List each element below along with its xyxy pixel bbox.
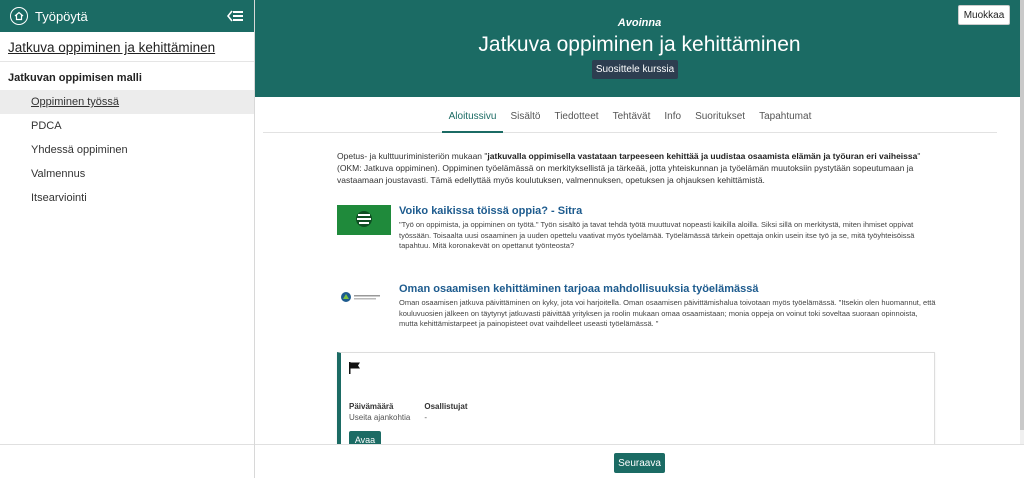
sidebar-item-pdca[interactable]: PDCA — [0, 114, 254, 138]
scrollbar[interactable] — [1020, 0, 1024, 444]
sidebar: Työpöytä Jatkuva oppiminen ja kehittämin… — [0, 0, 255, 478]
sidebar-header: Työpöytä — [0, 0, 254, 32]
date-value: Useita ajankohtia — [349, 413, 411, 422]
dashboard-title[interactable]: Työpöytä — [35, 9, 226, 24]
sidebar-items: Oppiminen työssä PDCA Yhdessä oppiminen … — [0, 90, 254, 210]
home-icon[interactable] — [10, 7, 28, 25]
course-tabs: Aloitussivu Sisältö Tiedotteet Tehtävät … — [263, 107, 997, 133]
tab-sisalto[interactable]: Sisältö — [503, 107, 547, 133]
intro-section: Opetus- ja kulttuuriministeriön mukaan "… — [337, 150, 935, 186]
sidebar-item-itsearviointi[interactable]: Itsearviointi — [0, 186, 254, 210]
intro-prefix: Opetus- ja kulttuuriministeriön mukaan " — [337, 151, 488, 161]
sidebar-item-oppiminen-tyossa[interactable]: Oppiminen työssä — [0, 90, 254, 114]
logo-thumbnail[interactable] — [337, 283, 391, 313]
course-status: Avoinna — [617, 17, 662, 29]
tab-aloitussivu[interactable]: Aloitussivu — [441, 107, 504, 133]
next-button[interactable]: Seuraava — [614, 453, 665, 473]
event-card: Päivämäärä Useita ajankohtia Osallistuja… — [337, 352, 935, 448]
tab-info[interactable]: Info — [657, 107, 688, 133]
sidebar-item-yhdessa-oppiminen[interactable]: Yhdessä oppiminen — [0, 138, 254, 162]
event-meta: Päivämäärä Useita ajankohtia Osallistuja… — [349, 402, 468, 422]
link-title-osaaminen[interactable]: Oman osaamisen kehittäminen tarjoaa mahd… — [399, 283, 937, 295]
participants-label: Osallistujat — [424, 402, 468, 411]
sidebar-footer — [0, 444, 254, 478]
edit-button[interactable]: Muokkaa — [958, 5, 1010, 25]
main-content: Avoinna Jatkuva oppiminen ja kehittämine… — [255, 0, 1024, 478]
flag-icon — [348, 361, 362, 375]
event-date: Päivämäärä Useita ajankohtia — [349, 402, 410, 422]
bottom-navigation: Seuraava — [255, 444, 1024, 478]
tab-tehtavat[interactable]: Tehtävät — [606, 107, 658, 133]
tab-tapahtumat[interactable]: Tapahtumat — [752, 107, 818, 133]
intro-text: Opetus- ja kulttuuriministeriön mukaan "… — [337, 150, 935, 186]
link-desc-osaaminen: Oman osaamisen jatkuva päivittäminen on … — [399, 298, 936, 328]
event-participants: Osallistujat - — [424, 402, 467, 422]
collapse-menu-icon[interactable] — [226, 9, 244, 23]
participants-value: - — [424, 413, 428, 422]
intro-bold: jatkuvalla oppimisella vastataan tarpees… — [487, 151, 918, 161]
sidebar-item-valmennus[interactable]: Valmennus — [0, 162, 254, 186]
link-title-sitra[interactable]: Voiko kaikissa töissä oppia? - Sitra — [399, 205, 937, 217]
link-desc-sitra: "Työ on oppimista, ja oppiminen on työtä… — [399, 220, 915, 250]
tab-tiedotteet[interactable]: Tiedotteet — [547, 107, 605, 133]
date-label: Päivämäärä — [349, 402, 394, 411]
sidebar-section-title: Jatkuvan oppimisen malli — [8, 72, 142, 84]
scrollbar-thumb[interactable] — [1020, 0, 1024, 430]
sidebar-course-link[interactable]: Jatkuva oppiminen ja kehittäminen — [0, 32, 254, 62]
link-card-osaaminen: Oman osaamisen kehittäminen tarjoaa mahd… — [337, 283, 937, 330]
tab-suoritukset[interactable]: Suoritukset — [688, 107, 752, 133]
course-title: Jatkuva oppiminen ja kehittäminen — [478, 33, 801, 56]
recommend-course-button[interactable]: Suosittele kurssia — [592, 60, 678, 79]
sitra-thumbnail[interactable] — [337, 205, 391, 235]
link-card-sitra: Voiko kaikissa töissä oppia? - Sitra "Ty… — [337, 205, 937, 252]
course-hero: Avoinna Jatkuva oppiminen ja kehittämine… — [255, 0, 1024, 97]
